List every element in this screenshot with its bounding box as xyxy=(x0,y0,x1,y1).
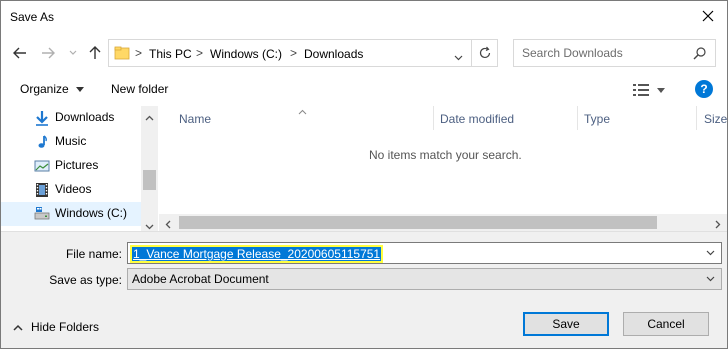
sidebar-item-label: Downloads xyxy=(55,110,115,124)
command-bar: Organize New folder ? xyxy=(1,73,727,106)
sidebar-scrollbar[interactable] xyxy=(141,106,158,231)
sidebar-item-label: Videos xyxy=(55,182,92,196)
up-arrow-icon[interactable] xyxy=(87,45,103,61)
search-icon[interactable] xyxy=(693,46,707,63)
breadcrumb-separator-icon: > xyxy=(196,46,204,60)
file-list-scroll-thumb[interactable] xyxy=(179,216,657,229)
save-as-type-chevron-icon[interactable] xyxy=(703,272,717,286)
navigation-bar: > This PC > Windows (C:) > Downloads Sea… xyxy=(1,33,727,73)
breadcrumb-downloads[interactable]: Downloads xyxy=(304,47,363,61)
empty-message: No items match your search. xyxy=(369,148,522,162)
music-note-icon xyxy=(34,134,50,150)
title-bar: Save As xyxy=(1,1,727,33)
breadcrumb-separator-icon: > xyxy=(135,46,143,60)
address-bar[interactable]: > This PC > Windows (C:) > Downloads xyxy=(108,39,498,67)
sidebar-scroll-thumb[interactable] xyxy=(143,170,156,190)
sidebar-item-videos[interactable]: Videos xyxy=(1,178,141,202)
breadcrumb-separator-icon: > xyxy=(290,46,298,60)
sidebar-item-label: Pictures xyxy=(55,158,99,172)
organize-button[interactable]: Organize xyxy=(20,82,85,96)
organize-chevron-icon xyxy=(76,87,85,93)
save-as-dialog: Save As > This PC > Windows (C:) > Downl xyxy=(0,0,728,349)
save-as-type-select[interactable]: Adobe Acrobat Document xyxy=(127,268,722,290)
recent-locations-chevron-icon[interactable] xyxy=(67,47,79,59)
back-arrow-icon[interactable] xyxy=(11,45,29,61)
view-options-icon[interactable] xyxy=(633,83,669,100)
file-name-value: 1_Vance Mortgage Release_20200605115751 xyxy=(132,247,382,261)
refresh-icon[interactable] xyxy=(471,39,498,67)
file-list: Name Date modified Type Size No items ma… xyxy=(159,106,727,231)
new-folder-button[interactable]: New folder xyxy=(111,82,168,96)
column-divider xyxy=(577,106,578,130)
address-dropdown-chevron-icon[interactable] xyxy=(454,50,463,64)
help-icon[interactable]: ? xyxy=(695,80,713,98)
save-as-type-label: Save as type: xyxy=(49,273,122,287)
pictures-icon xyxy=(34,158,50,174)
save-as-type-value: Adobe Acrobat Document xyxy=(132,272,269,286)
organize-label: Organize xyxy=(20,82,69,96)
scroll-up-chevron-icon[interactable] xyxy=(145,110,154,124)
chevron-up-icon xyxy=(13,324,23,331)
column-header-date-modified[interactable]: Date modified xyxy=(440,112,514,126)
drive-icon xyxy=(34,206,50,222)
column-header-name[interactable]: Name xyxy=(179,112,211,126)
save-button[interactable]: Save xyxy=(523,312,609,336)
breadcrumb-windows-c[interactable]: Windows (C:) xyxy=(210,47,282,61)
sidebar-item-downloads[interactable]: Downloads xyxy=(1,106,141,130)
sort-ascending-icon xyxy=(298,104,307,118)
breadcrumb-this-pc[interactable]: This PC xyxy=(149,47,192,61)
scroll-right-chevron-icon[interactable] xyxy=(715,218,721,232)
hide-folders-toggle[interactable]: Hide Folders xyxy=(13,320,99,334)
file-name-highlight: 1_Vance Mortgage Release_20200605115751 xyxy=(130,245,384,263)
window-title: Save As xyxy=(10,10,55,24)
sidebar-item-music[interactable]: Music xyxy=(1,130,141,154)
file-name-dropdown-chevron-icon[interactable] xyxy=(703,246,717,260)
close-icon[interactable] xyxy=(697,5,719,27)
file-name-input[interactable]: 1_Vance Mortgage Release_20200605115751 xyxy=(127,242,722,264)
sidebar-item-windows-c[interactable]: Windows (C:) xyxy=(1,202,141,226)
forward-arrow-icon[interactable] xyxy=(39,45,57,61)
column-header-type[interactable]: Type xyxy=(584,112,610,126)
save-options-panel: File name: 1_Vance Mortgage Release_2020… xyxy=(1,231,727,348)
cancel-button[interactable]: Cancel xyxy=(623,312,709,336)
search-input[interactable]: Search Downloads xyxy=(513,39,716,67)
sidebar-item-label: Windows (C:) xyxy=(55,206,128,220)
sidebar-item-label: Music xyxy=(55,134,87,148)
folder-icon xyxy=(114,45,130,64)
navigation-pane: Downloads Music Pictures Videos Windows … xyxy=(1,106,158,231)
file-name-label: File name: xyxy=(65,247,122,261)
hide-folders-label: Hide Folders xyxy=(31,320,100,334)
column-divider xyxy=(696,106,697,130)
videos-icon xyxy=(34,182,50,198)
sidebar-item-pictures[interactable]: Pictures xyxy=(1,154,141,178)
column-divider xyxy=(433,106,434,130)
scroll-left-chevron-icon[interactable] xyxy=(165,218,171,232)
search-placeholder: Search Downloads xyxy=(522,46,623,60)
file-list-scrollbar[interactable] xyxy=(159,214,727,231)
download-arrow-icon xyxy=(34,110,50,126)
column-header-size[interactable]: Size xyxy=(704,112,727,126)
